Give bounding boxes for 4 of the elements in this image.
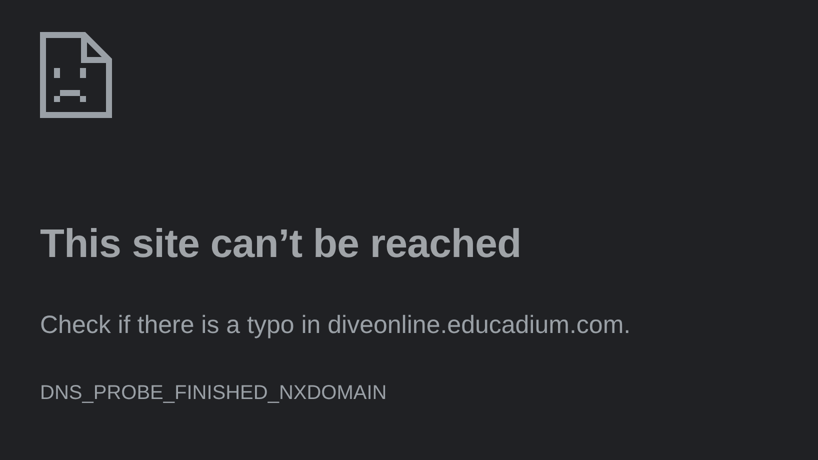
error-title: This site can’t be reached <box>40 222 522 267</box>
error-code: DNS_PROBE_FINISHED_NXDOMAIN <box>40 382 387 405</box>
error-message: Check if there is a typo in diveonline.educadium.com. <box>40 311 631 340</box>
sad-document-icon <box>40 32 112 118</box>
